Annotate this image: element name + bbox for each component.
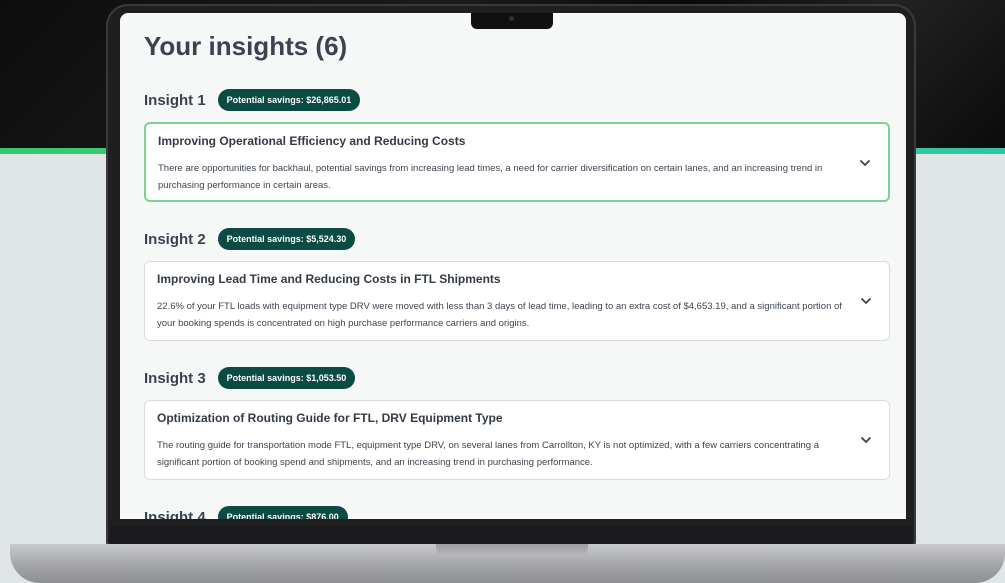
insight-3-header: Insight 3 Potential savings: $1,053.50 <box>144 367 356 389</box>
insight-1-header: Insight 1 Potential savings: $26,865.01 <box>144 89 361 111</box>
insight-label: Insight 2 <box>144 230 206 248</box>
insight-label: Insight 1 <box>144 91 206 109</box>
page-title: Your insights (6) <box>144 31 348 61</box>
insight-title: Improving Lead Time and Reducing Costs i… <box>157 272 501 286</box>
laptop-opening-notch <box>436 544 588 557</box>
savings-badge: Potential savings: $26,865.01 <box>217 89 361 111</box>
savings-badge: Potential savings: $876.00 <box>217 506 348 519</box>
insight-label: Insight 3 <box>144 369 206 387</box>
insight-4-header: Insight 4 Potential savings: $876.00 <box>144 506 348 519</box>
chevron-down-icon[interactable] <box>859 294 873 308</box>
app-screen: Your insights (6) Insight 1 Potential sa… <box>120 13 906 519</box>
insight-title: Improving Operational Efficiency and Red… <box>158 134 466 148</box>
chevron-down-icon[interactable] <box>858 156 872 170</box>
laptop-bezel-bottom <box>110 527 912 545</box>
insight-card-1[interactable]: Improving Operational Efficiency and Red… <box>144 122 890 202</box>
insight-card-2[interactable]: Improving Lead Time and Reducing Costs i… <box>144 261 890 341</box>
insight-card-3[interactable]: Optimization of Routing Guide for FTL, D… <box>144 400 890 480</box>
insight-label: Insight 4 <box>144 508 206 520</box>
insight-description: 22.6% of your FTL loads with equipment t… <box>157 301 842 329</box>
camera-icon <box>509 16 514 21</box>
insight-title: Optimization of Routing Guide for FTL, D… <box>157 411 503 425</box>
savings-badge: Potential savings: $5,524.30 <box>217 228 356 250</box>
savings-badge: Potential savings: $1,053.50 <box>217 367 356 389</box>
insight-description: The routing guide for transportation mod… <box>157 440 819 468</box>
chevron-down-icon[interactable] <box>859 433 873 447</box>
insight-2-header: Insight 2 Potential savings: $5,524.30 <box>144 228 356 250</box>
insight-description: There are opportunities for backhaul, po… <box>158 163 823 191</box>
camera-notch <box>471 13 553 29</box>
